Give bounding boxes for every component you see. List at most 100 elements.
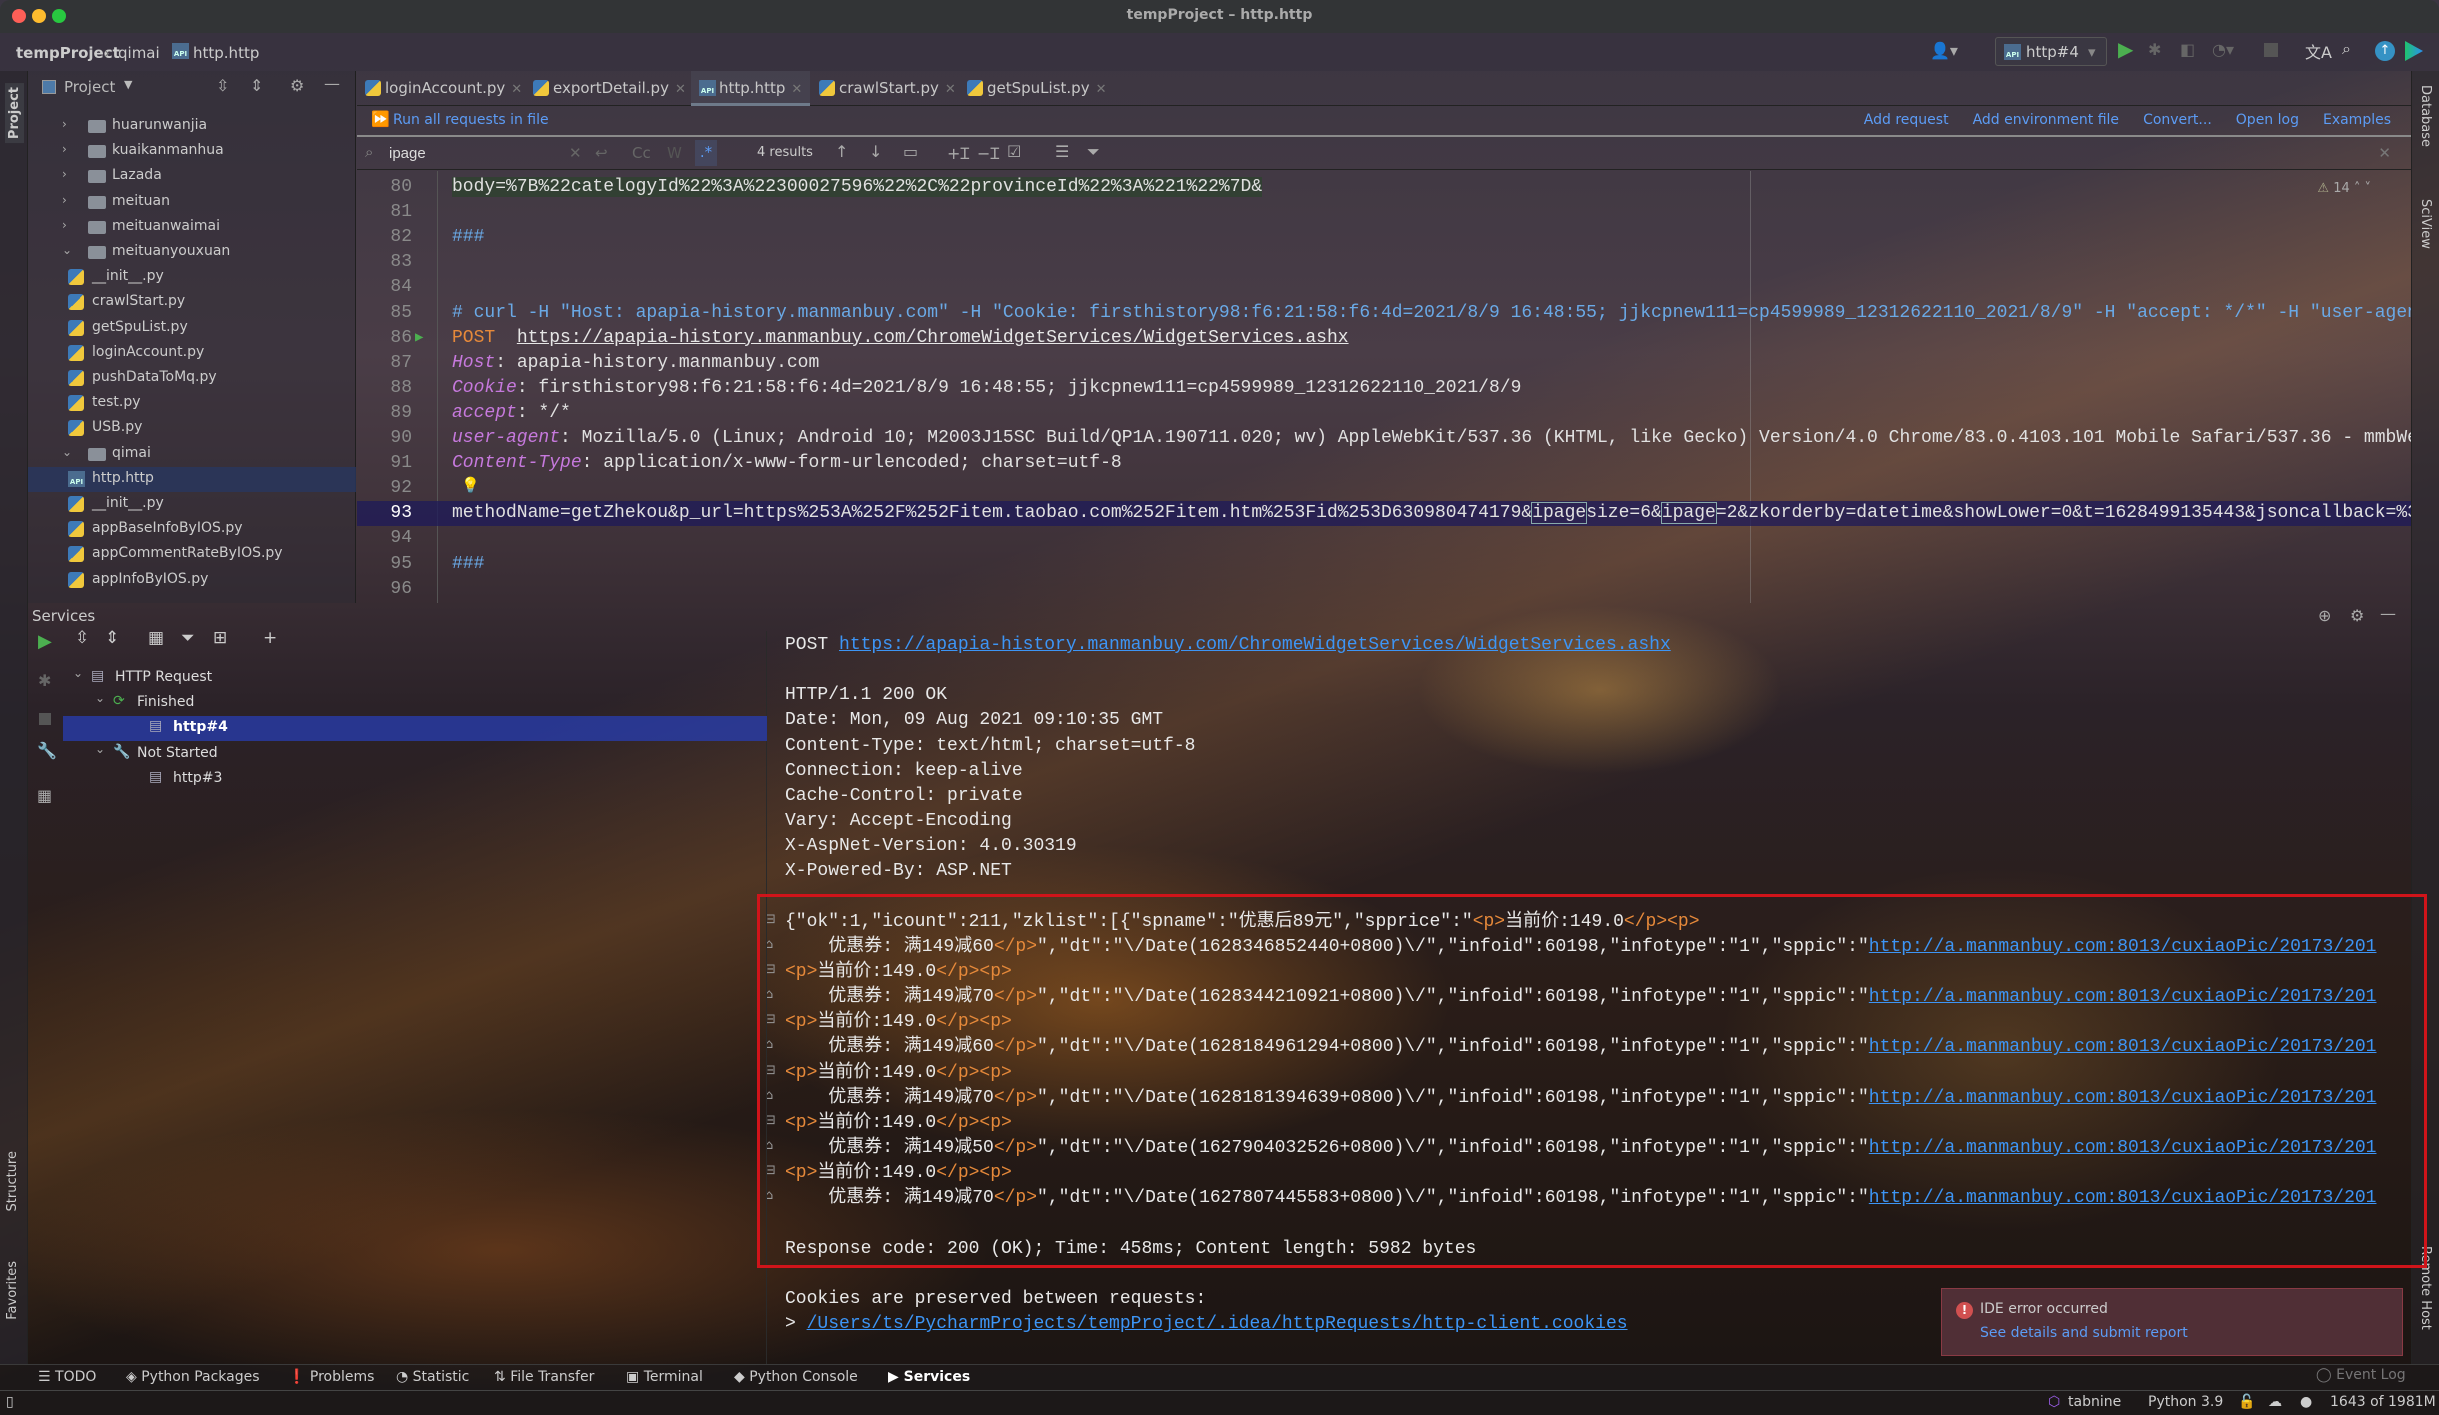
response-link[interactable]: http://a.manmanbuy.com:8013/cuxiaoPic/20… — [1869, 1188, 2377, 1208]
tool-window-file-transfer[interactable]: ⇅ File Transfer — [494, 1369, 594, 1385]
clear-search-icon[interactable]: ✕ — [569, 144, 582, 162]
http-client-action[interactable]: Open log — [2236, 112, 2299, 128]
notification-icon[interactable]: ● — [2300, 1394, 2312, 1410]
crosshair-icon[interactable]: ⊕ — [2318, 606, 2331, 625]
response-link[interactable]: https://apapia-history.manmanbuy.com/Chr… — [839, 635, 1671, 655]
tool-window-terminal[interactable]: ▣ Terminal — [626, 1369, 703, 1385]
close-find-icon[interactable]: ✕ — [2378, 144, 2391, 162]
remove-occurrence-icon[interactable]: −Ɪ — [977, 142, 999, 164]
fold-icon[interactable]: ⊟ — [767, 1113, 776, 1128]
match-case-toggle[interactable]: Cc — [632, 144, 651, 162]
response-link[interactable]: http://a.manmanbuy.com:8013/cuxiaoPic/20… — [1869, 1037, 2377, 1057]
close-tab-icon[interactable]: ✕ — [675, 82, 686, 97]
tree-item[interactable]: › meituanwaimai — [28, 215, 356, 240]
filter-options-icon[interactable]: ☰ — [1055, 142, 1069, 161]
tab-crawlStart-py[interactable]: crawlStart.py ✕ — [811, 71, 964, 106]
tree-item[interactable]: › Lazada — [28, 164, 356, 189]
hide-panel-icon[interactable]: — — [2380, 604, 2396, 623]
tree-item[interactable]: crawlStart.py — [28, 290, 356, 315]
project-tool-button[interactable]: Project — [5, 83, 24, 144]
warnings-indicator[interactable]: ⚠ 14 ˄ ˅ — [2317, 181, 2371, 196]
fold-end-icon[interactable]: ⌂ — [767, 1138, 773, 1153]
remote-host-tool-button[interactable]: Remote Host — [2418, 1246, 2433, 1330]
select-occurrences-icon[interactable]: ☑ — [1007, 142, 1021, 161]
new-line-icon[interactable]: ↩ — [595, 144, 608, 162]
tree-item[interactable]: › huarunwanjia — [28, 114, 356, 139]
http-client-action[interactable]: Add environment file — [1973, 112, 2120, 128]
breadcrumb-folder[interactable]: qimai — [118, 44, 160, 62]
tree-item[interactable]: getSpuList.py — [28, 316, 356, 341]
chevron-down-icon[interactable]: ⌄ — [62, 243, 72, 257]
tree-item[interactable]: API http.http — [28, 466, 356, 492]
filter-icon[interactable]: ⏷ — [1087, 142, 1100, 162]
tree-item[interactable]: pushDataToMq.py — [28, 366, 356, 391]
user-icon[interactable]: 👤▾ — [1930, 41, 1958, 60]
tree-item[interactable]: loginAccount.py — [28, 341, 356, 366]
gear-icon[interactable]: ⚙ — [290, 76, 304, 95]
favorites-tool-button[interactable]: Favorites — [5, 1261, 20, 1320]
run-all-requests-link[interactable]: Run all requests in file — [393, 112, 549, 128]
structure-tool-button[interactable]: Structure — [5, 1151, 20, 1211]
sciview-tool-button[interactable]: SciView — [2418, 199, 2433, 249]
find-input[interactable] — [389, 142, 589, 164]
close-tab-icon[interactable]: ✕ — [791, 82, 802, 97]
profile-icon[interactable]: ◔▾ — [2212, 40, 2234, 59]
tree-item[interactable]: appBaseInfoByIOS.py — [28, 517, 356, 542]
code-editor[interactable]: ⚠ 14 ˄ ˅ 80 body=%7B%22catelogyId%22%3A%2… — [357, 171, 2411, 603]
fold-icon[interactable]: ⊟ — [767, 1063, 776, 1078]
add-service-icon[interactable]: + — [263, 628, 277, 648]
http-client-action[interactable]: Convert... — [2143, 112, 2212, 128]
code-link[interactable]: https://apapia-history.manmanbuy.com/Chr… — [517, 328, 1349, 348]
tool-window-python-packages[interactable]: ◈ Python Packages — [126, 1369, 260, 1385]
project-view-selector[interactable]: Project — [64, 78, 115, 96]
tool-window-problems[interactable]: ❗ Problems — [288, 1369, 374, 1385]
chevron-right-icon[interactable]: › — [62, 193, 67, 207]
breadcrumb-file[interactable]: http.http — [193, 44, 259, 62]
fold-icon[interactable]: ⊟ — [767, 1163, 776, 1178]
fold-icon[interactable]: ⊟ — [767, 912, 776, 927]
chevron-right-icon[interactable]: › — [62, 167, 67, 181]
tool-window-services[interactable]: ▶ Services — [888, 1369, 970, 1385]
cloud-icon[interactable]: ☁ — [2268, 1394, 2282, 1410]
coverage-icon[interactable]: ◧ — [2180, 40, 2195, 59]
services-tree-item[interactable]: ▤ http#3 — [63, 767, 767, 792]
tree-item[interactable]: USB.py — [28, 416, 356, 441]
chevron-down-icon[interactable]: ⌄ — [73, 666, 83, 680]
memory-indicator[interactable]: 1643 of 1981M — [2330, 1394, 2436, 1410]
tab-loginAccount-py[interactable]: loginAccount.py ✕ — [357, 71, 530, 106]
select-all-occurrences-icon[interactable]: ▭ — [903, 142, 918, 161]
next-occurrence-icon[interactable]: ↓ — [869, 142, 882, 161]
fold-end-icon[interactable]: ⌂ — [767, 1088, 773, 1103]
response-link[interactable]: http://a.manmanbuy.com:8013/cuxiaoPic/20… — [1869, 987, 2377, 1007]
close-tab-icon[interactable]: ✕ — [1096, 82, 1107, 97]
tabnine-status[interactable]: tabnine — [2068, 1394, 2121, 1410]
chevron-down-icon[interactable]: ⌄ — [62, 445, 72, 459]
collapse-all-icon[interactable]: ⇕ — [105, 628, 119, 648]
run-request-icon[interactable]: ▶ — [415, 329, 423, 346]
chevron-down-icon[interactable]: ▼ — [124, 78, 132, 91]
collapse-all-icon[interactable]: ⇕ — [250, 76, 263, 95]
tree-item[interactable]: › meituan — [28, 190, 356, 215]
chevron-right-icon[interactable]: › — [62, 117, 67, 131]
close-tab-icon[interactable]: ✕ — [945, 82, 956, 97]
new-tab-icon[interactable]: ⊞ — [213, 628, 227, 648]
see-details-link[interactable]: See details and submit report — [1980, 1325, 2188, 1341]
response-viewer[interactable]: POST https://apapia-history.manmanbuy.co… — [767, 631, 2411, 1364]
expand-all-icon[interactable]: ⇳ — [75, 628, 89, 648]
services-tree-item[interactable]: ⌄ ▤ HTTP Request — [63, 666, 767, 691]
response-link[interactable]: http://a.manmanbuy.com:8013/cuxiaoPic/20… — [1869, 937, 2377, 957]
stop-icon[interactable] — [2264, 43, 2278, 57]
gear-icon[interactable]: ⚙ — [2350, 606, 2364, 625]
tab-http-http[interactable]: API http.http ✕ — [691, 71, 811, 106]
fold-icon[interactable]: ⊟ — [767, 962, 776, 977]
http-client-action[interactable]: Add request — [1864, 112, 1949, 128]
fold-end-icon[interactable]: ⌂ — [767, 1188, 773, 1203]
services-tree-item[interactable]: ▤ http#4 — [63, 716, 767, 742]
response-link[interactable]: http://a.manmanbuy.com:8013/cuxiaoPic/20… — [1869, 1088, 2377, 1108]
lightbulb-icon[interactable]: 💡 — [461, 476, 480, 495]
response-link[interactable]: http://a.manmanbuy.com:8013/cuxiaoPic/20… — [1869, 1138, 2377, 1158]
add-occurrence-icon[interactable]: +Ɪ — [947, 142, 969, 164]
fold-end-icon[interactable]: ⌂ — [767, 1037, 773, 1052]
chevron-down-icon[interactable]: ⌄ — [95, 691, 105, 705]
group-by-icon[interactable]: ▦ — [148, 628, 164, 648]
